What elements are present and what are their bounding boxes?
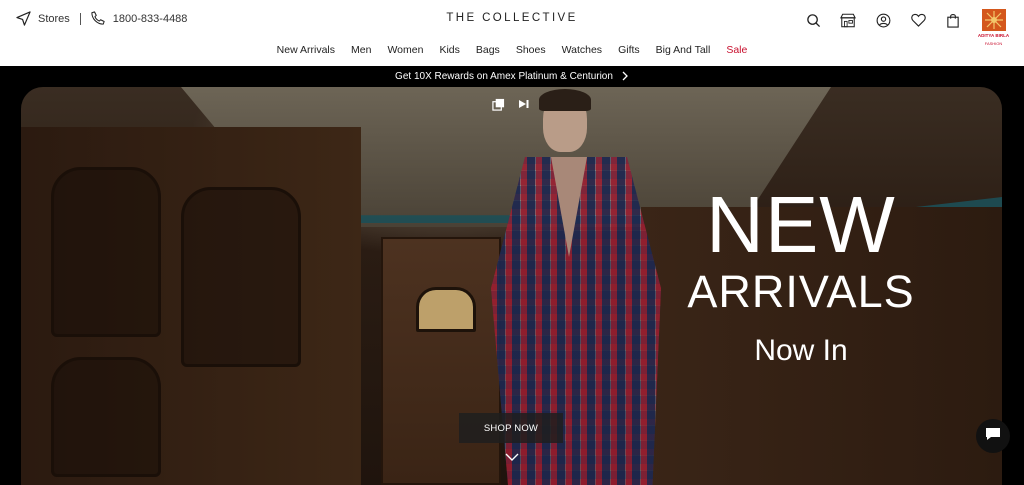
account-icon[interactable] [874,11,892,29]
cabinet-panel [181,187,301,367]
hero-cabinet [21,127,361,485]
site-header: Stores 1800-833-4488 THE COLLECTIVE ADIT… [0,0,1024,66]
chat-bubble-icon [984,426,1002,447]
hero-video[interactable]: NEW ARRIVALS Now In SHOP NOW [21,87,1002,485]
cart-bag-icon[interactable] [944,11,962,29]
hero-headline: NEW ARRIVALS Now In [641,185,961,366]
nav-item-women[interactable]: Women [387,44,423,56]
next-video-icon[interactable] [517,97,531,111]
chat-button[interactable] [976,419,1010,453]
headline-new: NEW [706,180,896,269]
logo-line-1: ADITYA BIRLA [977,33,1010,38]
chevron-down-icon[interactable] [505,449,519,463]
cabinet-panel [51,357,161,477]
hero-window [416,287,476,332]
promo-banner[interactable]: Get 10X Rewards on Amex Platinum & Centu… [0,66,1024,87]
nav-item-big-and-tall[interactable]: Big And Tall [656,44,711,56]
header-actions [804,11,979,29]
store-icon[interactable] [839,11,857,29]
search-icon[interactable] [804,11,822,29]
promo-text: Get 10X Rewards on Amex Platinum & Centu… [395,71,613,82]
hero-section: NEW ARRIVALS Now In SHOP NOW [0,87,1024,485]
model-hair [539,89,591,111]
hero-door [381,237,501,485]
nav-item-bags[interactable]: Bags [476,44,500,56]
sun-logo-icon [981,9,1006,31]
nav-item-men[interactable]: Men [351,44,371,56]
cabinet-panel [51,167,161,337]
nav-item-gifts[interactable]: Gifts [618,44,640,56]
headline-arrivals: ARRIVALS [687,266,915,317]
nav-item-new-arrivals[interactable]: New Arrivals [277,44,335,56]
nav-item-watches[interactable]: Watches [562,44,602,56]
media-controls [491,97,531,111]
chevron-right-icon [621,70,629,84]
gallery-icon[interactable] [491,97,505,111]
headline-now-in: Now In [754,334,848,367]
shop-now-button[interactable]: SHOP NOW [459,413,563,443]
wishlist-heart-icon[interactable] [909,11,927,29]
main-nav: New Arrivals Men Women Kids Bags Shoes W… [0,44,1024,56]
nav-item-sale[interactable]: Sale [726,44,747,56]
nav-item-kids[interactable]: Kids [439,44,459,56]
nav-item-shoes[interactable]: Shoes [516,44,546,56]
